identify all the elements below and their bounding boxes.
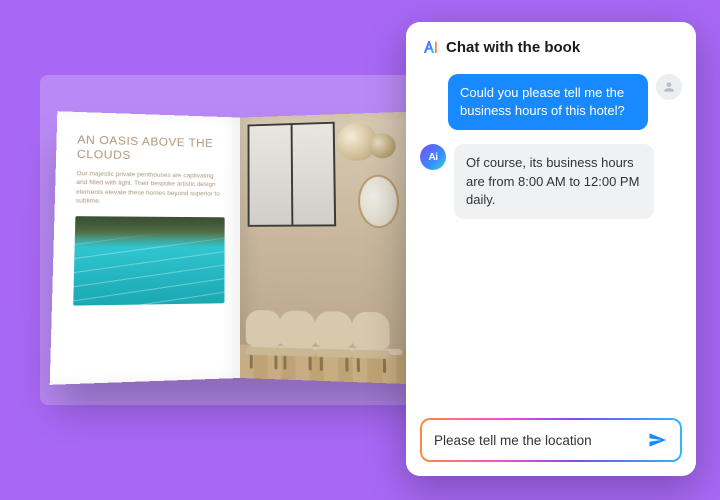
book-heading: AN OASIS ABOVE THE CLOUDS: [77, 132, 225, 164]
book-preview-panel: AN OASIS ABOVE THE CLOUDS Our majestic p…: [40, 75, 440, 405]
user-avatar-icon: [656, 74, 682, 100]
ai-logo-icon: [420, 38, 438, 56]
bot-avatar-icon: Ai: [420, 144, 446, 170]
chat-title: Chat with the book: [446, 39, 580, 56]
open-book: AN OASIS ABOVE THE CLOUDS Our majestic p…: [55, 117, 425, 377]
book-body-text: Our majestic private penthouses are capt…: [76, 169, 225, 207]
chat-messages: Could you please tell me the business ho…: [420, 70, 682, 418]
user-message-bubble: Could you please tell me the business ho…: [448, 74, 648, 130]
book-page-left: AN OASIS ABOVE THE CLOUDS Our majestic p…: [50, 111, 240, 385]
chat-widget: Chat with the book Could you please tell…: [406, 22, 696, 476]
chat-input[interactable]: [434, 433, 636, 448]
chat-input-container: [420, 418, 682, 462]
send-button[interactable]: [644, 427, 670, 453]
book-photo-pool: [73, 215, 224, 304]
chat-header: Chat with the book: [420, 38, 682, 70]
message-row-user: Could you please tell me the business ho…: [420, 74, 682, 130]
send-icon: [647, 430, 667, 450]
book-page-right: [240, 111, 430, 385]
bot-avatar-label: Ai: [429, 152, 438, 163]
message-row-bot: Ai Of course, its business hours are fro…: [420, 144, 682, 219]
bot-message-bubble: Of course, its business hours are from 8…: [454, 144, 654, 219]
